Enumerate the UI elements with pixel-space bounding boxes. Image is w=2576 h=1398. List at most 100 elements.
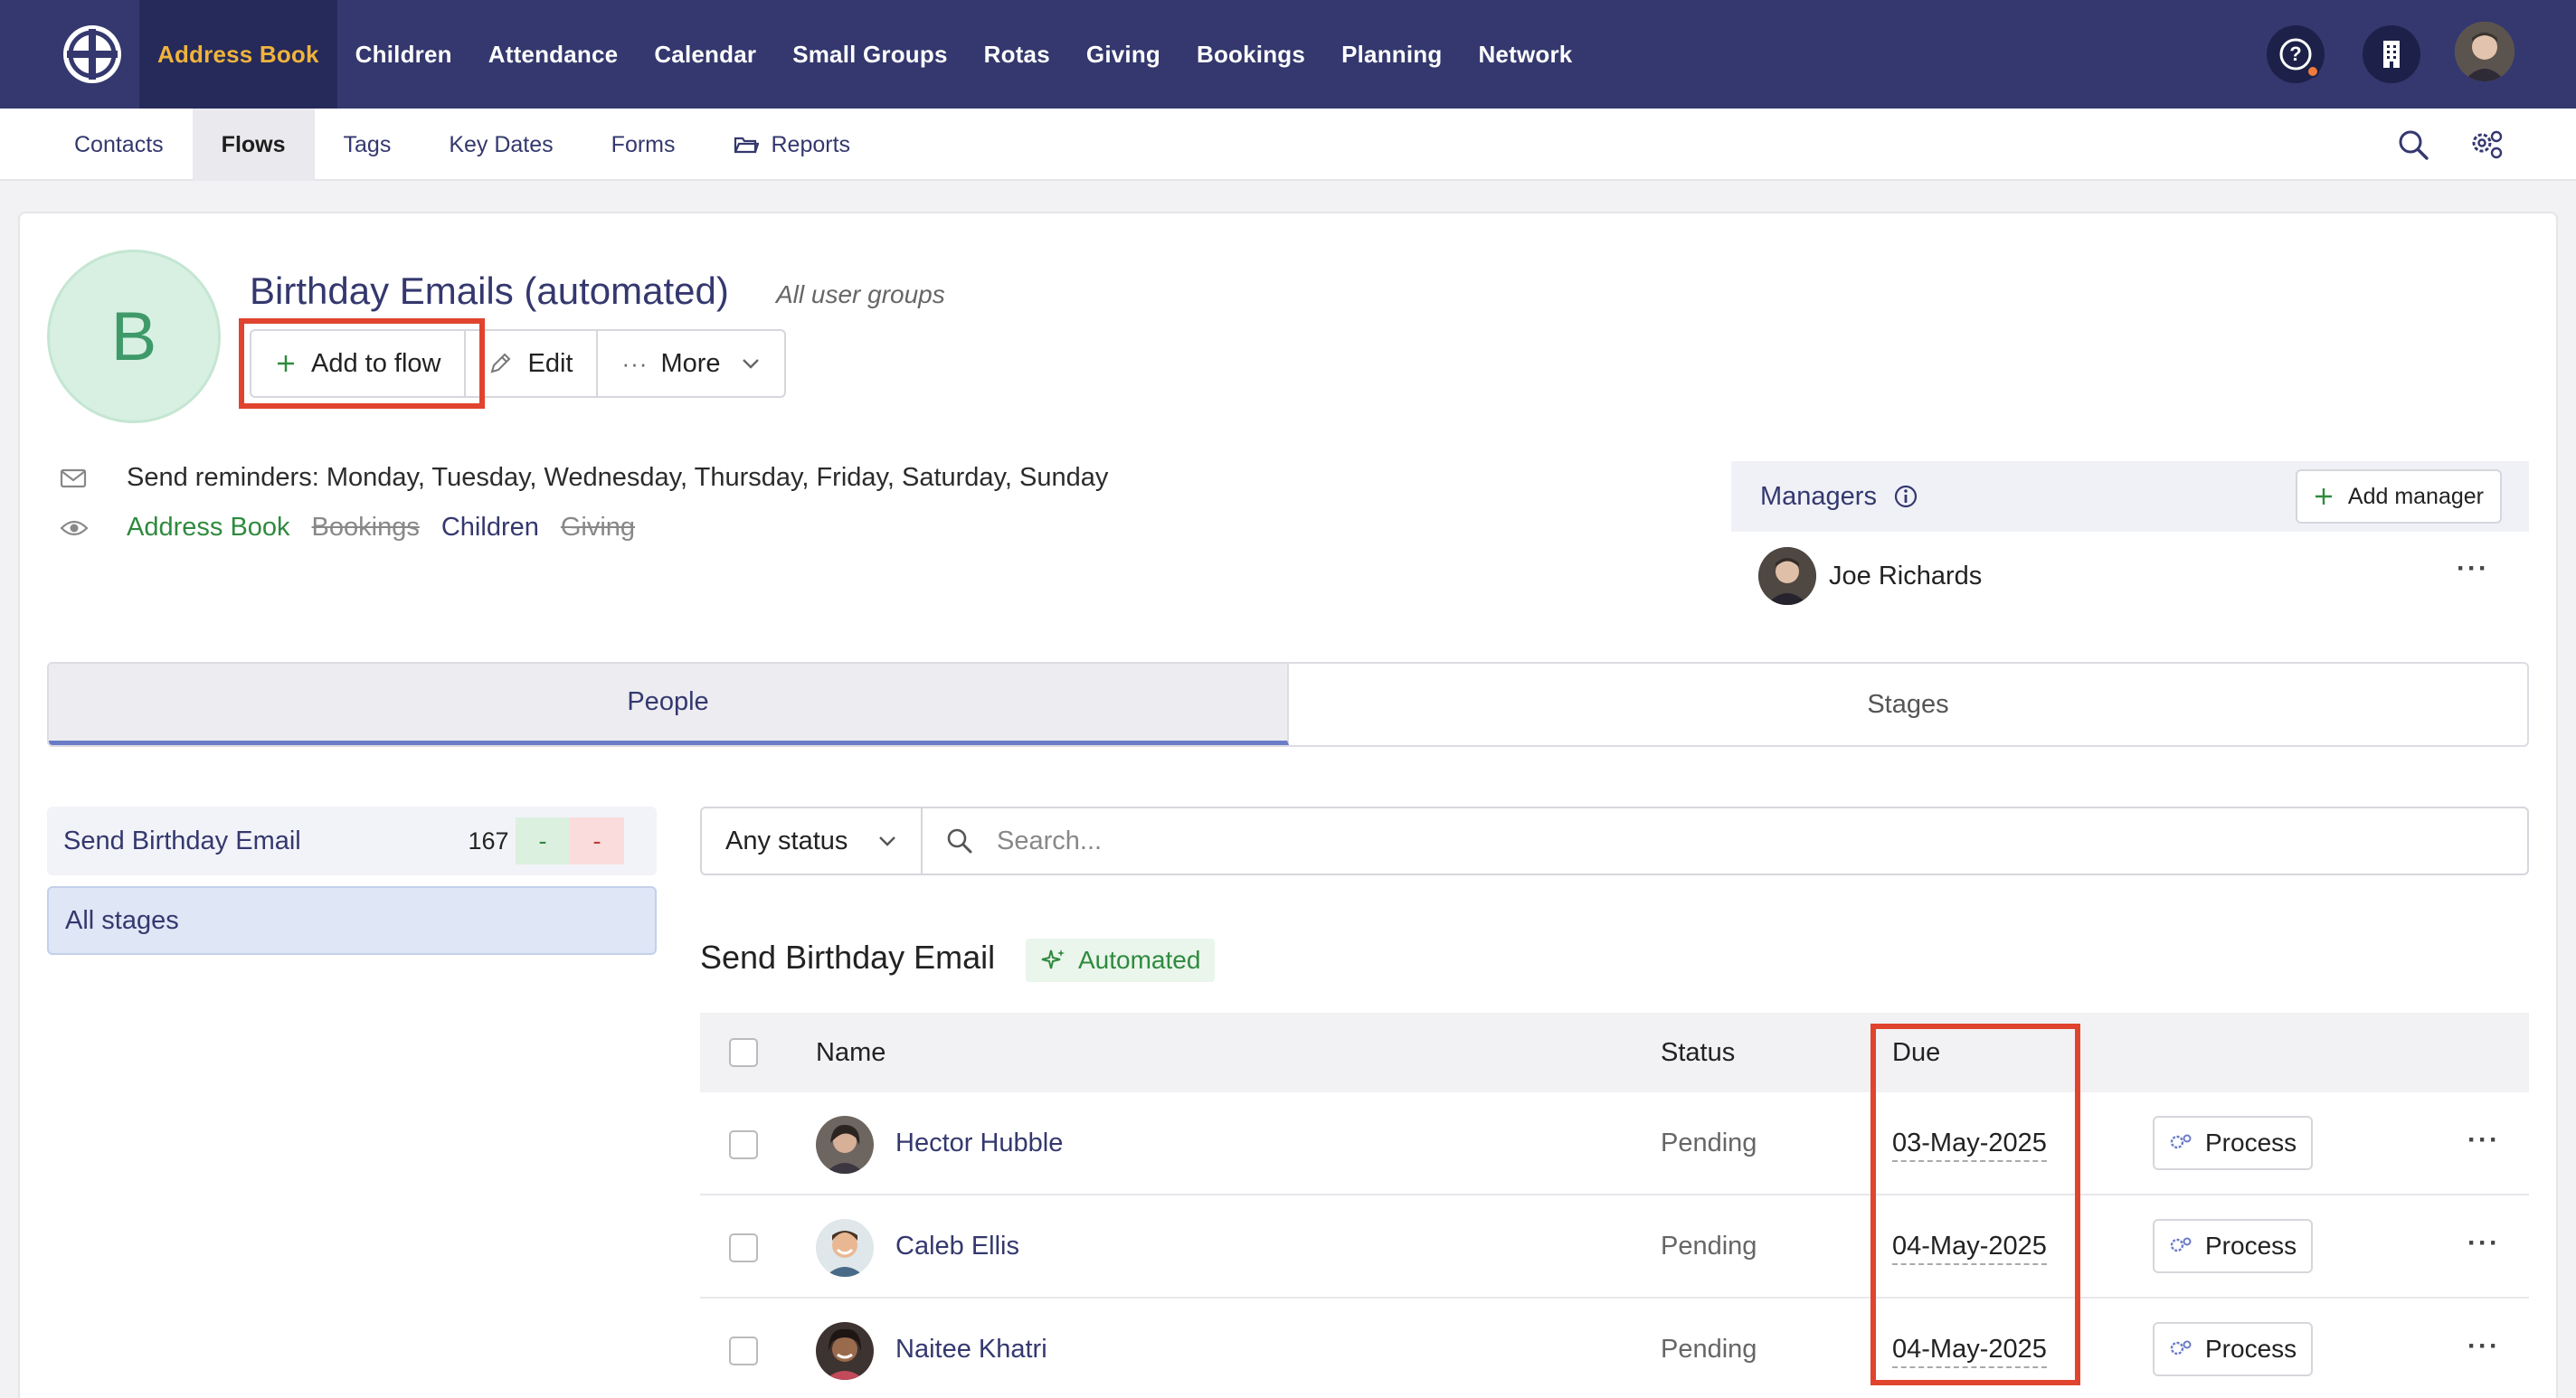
notification-dot bbox=[2306, 65, 2319, 78]
nav-rotas[interactable]: Rotas bbox=[966, 0, 1068, 109]
nav-giving[interactable]: Giving bbox=[1068, 0, 1179, 109]
tab-tags[interactable]: Tags bbox=[315, 109, 421, 181]
process-button[interactable]: Process bbox=[2153, 1219, 2314, 1273]
manager-name[interactable]: Joe Richards bbox=[1829, 562, 1982, 591]
user-avatar[interactable] bbox=[2455, 22, 2514, 81]
nav-bookings[interactable]: Bookings bbox=[1179, 0, 1323, 109]
nav-planning[interactable]: Planning bbox=[1323, 0, 1460, 109]
edit-button[interactable]: Edit bbox=[466, 331, 599, 396]
table-row: Caleb Ellis Pending 04-May-2025 Process … bbox=[700, 1195, 2529, 1299]
stage-send-birthday-email[interactable]: Send Birthday Email 167 - - bbox=[47, 807, 657, 875]
nav-calendar[interactable]: Calendar bbox=[636, 0, 774, 109]
status-filter-value: Any status bbox=[725, 826, 848, 855]
table-row: Naitee Khatri Pending 04-May-2025 Proces… bbox=[700, 1299, 2529, 1398]
stage-all-stages[interactable]: All stages bbox=[47, 886, 657, 955]
stage-count-complete: - bbox=[516, 817, 570, 864]
tab-forms[interactable]: Forms bbox=[582, 109, 705, 181]
reminders-text: Send reminders: Monday, Tuesday, Wednesd… bbox=[127, 463, 1109, 492]
select-all-checkbox[interactable] bbox=[729, 1038, 758, 1067]
gears-icon bbox=[2170, 1237, 2192, 1252]
row-due-date[interactable]: 03-May-2025 bbox=[1892, 1129, 2047, 1162]
status-filter-select[interactable]: Any status bbox=[702, 808, 923, 874]
nav-network[interactable]: Network bbox=[1460, 0, 1590, 109]
automated-badge: Automated bbox=[1026, 939, 1216, 982]
pencil-icon bbox=[491, 353, 511, 373]
filter-bar: Any status Search... bbox=[700, 807, 2529, 875]
search-icon bbox=[947, 828, 972, 854]
user-groups-label: All user groups bbox=[776, 280, 945, 308]
manager-row: Joe Richards bbox=[1758, 546, 2529, 606]
ellipsis-icon: ··· bbox=[621, 349, 649, 377]
section-title: Send Birthday Email bbox=[700, 939, 996, 976]
person-name-link[interactable]: Caleb Ellis bbox=[895, 1232, 1019, 1261]
stage-label: Send Birthday Email bbox=[63, 826, 301, 855]
add-to-flow-label: Add to flow bbox=[311, 348, 441, 378]
row-due-date[interactable]: 04-May-2025 bbox=[1892, 1335, 2047, 1368]
table-row: Hector Hubble Pending 03-May-2025 Proces… bbox=[700, 1092, 2529, 1195]
help-button[interactable]: ? bbox=[2267, 25, 2325, 83]
search-icon bbox=[2399, 130, 2429, 160]
tab-people[interactable]: People bbox=[49, 664, 1289, 745]
person-name-link[interactable]: Naitee Khatri bbox=[895, 1335, 1047, 1365]
row-status: Pending bbox=[1661, 1335, 1757, 1364]
flow-tabs: People Stages bbox=[47, 662, 2529, 747]
process-label: Process bbox=[2205, 1232, 2297, 1260]
settings-icon bbox=[2472, 130, 2503, 159]
chevron-down-icon bbox=[742, 359, 759, 369]
more-button[interactable]: ··· More bbox=[598, 331, 783, 396]
process-button[interactable]: Process bbox=[2153, 1116, 2314, 1170]
column-due[interactable]: Due bbox=[1892, 1038, 1940, 1068]
settings-button[interactable] bbox=[2467, 125, 2507, 165]
nav-small-groups[interactable]: Small Groups bbox=[774, 0, 965, 109]
building-icon bbox=[2383, 41, 2400, 68]
stage-label: All stages bbox=[65, 905, 179, 935]
search-input[interactable]: Search... bbox=[923, 808, 2527, 874]
add-manager-button[interactable]: Add manager bbox=[2295, 469, 2502, 524]
nav-address-book[interactable]: Address Book bbox=[139, 0, 337, 109]
more-label: More bbox=[660, 348, 721, 378]
table-header: Name Status Due bbox=[700, 1013, 2529, 1092]
row-due-date[interactable]: 04-May-2025 bbox=[1892, 1232, 2047, 1265]
row-checkbox[interactable] bbox=[729, 1337, 758, 1365]
manager-menu-button[interactable]: ··· bbox=[2457, 553, 2489, 584]
row-checkbox[interactable] bbox=[729, 1130, 758, 1159]
person-name-link[interactable]: Hector Hubble bbox=[895, 1129, 1063, 1158]
row-checkbox[interactable] bbox=[729, 1233, 758, 1262]
tab-flows[interactable]: Flows bbox=[192, 109, 315, 181]
chevron-down-icon bbox=[879, 836, 895, 846]
flow-avatar: B bbox=[47, 250, 221, 423]
tab-contacts[interactable]: Contacts bbox=[45, 109, 193, 181]
permission-address-book: Address Book bbox=[127, 513, 290, 542]
sparkle-icon bbox=[1041, 949, 1065, 969]
managers-title: Managers bbox=[1760, 481, 1877, 511]
organisation-button[interactable] bbox=[2363, 25, 2420, 83]
flow-actions: Add to flow Edit ··· More bbox=[250, 329, 786, 398]
avatar bbox=[1758, 547, 1816, 605]
reminders-row: Send reminders: Monday, Tuesday, Wednesd… bbox=[60, 463, 1108, 493]
tab-stages[interactable]: Stages bbox=[1289, 664, 2527, 745]
tab-reports[interactable]: Reports bbox=[705, 109, 880, 181]
church-logo-icon[interactable] bbox=[60, 22, 125, 87]
info-icon[interactable] bbox=[1893, 484, 1918, 509]
plus-icon bbox=[2315, 488, 2332, 505]
automated-label: Automated bbox=[1078, 946, 1201, 974]
eye-icon bbox=[60, 518, 90, 538]
nav-children[interactable]: Children bbox=[337, 0, 470, 109]
process-button[interactable]: Process bbox=[2153, 1322, 2314, 1376]
search-placeholder: Search... bbox=[997, 826, 1103, 855]
stage-count-total: 167 bbox=[468, 827, 509, 855]
row-menu-button[interactable]: ··· bbox=[2467, 1331, 2500, 1362]
tab-key-dates[interactable]: Key Dates bbox=[420, 109, 582, 181]
add-to-flow-button[interactable]: Add to flow bbox=[251, 331, 467, 396]
process-label: Process bbox=[2205, 1335, 2297, 1363]
avatar bbox=[816, 1219, 874, 1277]
column-status[interactable]: Status bbox=[1661, 1038, 1735, 1068]
tab-reports-label: Reports bbox=[771, 131, 851, 157]
nav-attendance[interactable]: Attendance bbox=[470, 0, 637, 109]
column-name[interactable]: Name bbox=[816, 1038, 886, 1068]
gears-icon bbox=[2170, 1340, 2192, 1355]
row-menu-button[interactable]: ··· bbox=[2467, 1228, 2500, 1259]
search-button[interactable] bbox=[2393, 125, 2433, 165]
row-menu-button[interactable]: ··· bbox=[2467, 1125, 2500, 1156]
folder-icon bbox=[734, 137, 759, 154]
